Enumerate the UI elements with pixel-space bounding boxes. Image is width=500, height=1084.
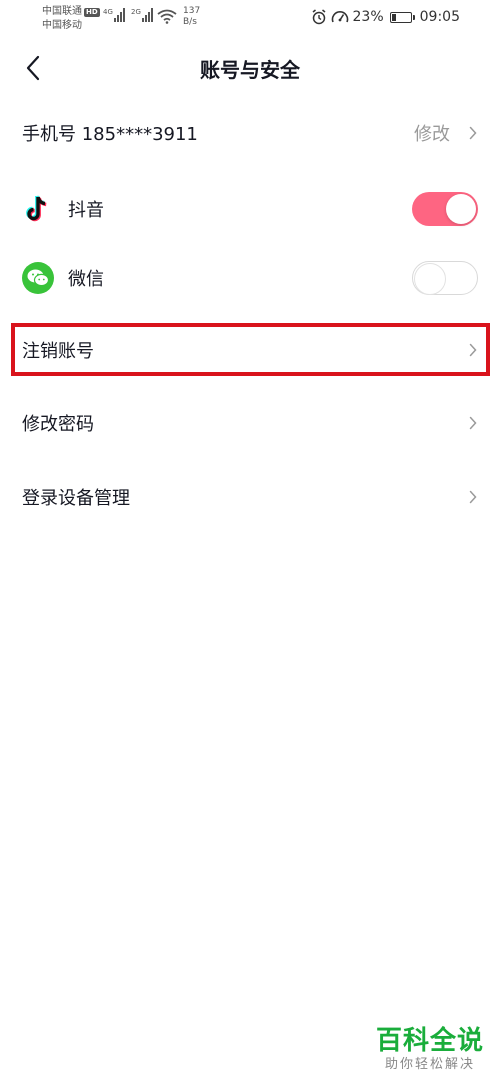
watermark-subtitle: 助你轻松解决 (384, 1057, 475, 1072)
hd-badge: HD (84, 7, 100, 17)
battery-icon (389, 11, 415, 23)
battery-fill (391, 13, 396, 21)
change-password-label: 修改密码 (22, 414, 94, 435)
modify-phone-link[interactable]: 修改 (414, 120, 450, 146)
douyin-bind-toggle[interactable] (412, 192, 478, 226)
speed-value: 137 (183, 6, 201, 16)
wifi-icon (157, 9, 177, 28)
network-type-2: 2G (131, 8, 141, 16)
device-management-label: 登录设备管理 (22, 488, 130, 509)
signal-2-icon: 2G (131, 8, 153, 22)
status-time: 09:05 (419, 9, 460, 25)
account-security-screen: 中国联通 HD 中国移动 4G 2G 137 B/s 23% 09:05 账号与… (0, 0, 500, 1084)
carrier-2-label: 中国移动 (42, 20, 82, 31)
status-bar: 中国联通 HD 中国移动 4G 2G 137 B/s 23% 09:05 (0, 0, 500, 40)
douyin-label: 抖音 (68, 200, 104, 221)
speed-unit: B/s (183, 17, 197, 27)
status-right: 23% 09:05 (311, 9, 460, 25)
network-type-1: 4G (103, 8, 113, 16)
watermark-title: 百科全说 (375, 1026, 484, 1056)
binding-row-wechat: 微信 (0, 253, 500, 303)
network-speed: 137 B/s (183, 6, 200, 28)
wechat-label: 微信 (68, 269, 104, 290)
phone-number-label: 手机号 185****3911 (22, 124, 198, 145)
phone-number-row[interactable]: 手机号 185****3911 修改 (0, 108, 500, 158)
carrier-1-label: 中国联通 (42, 6, 82, 17)
carrier-info: 中国联通 HD 中国移动 (42, 5, 100, 33)
chevron-right-icon (468, 126, 478, 140)
wechat-icon (22, 262, 54, 294)
toggle-knob (414, 262, 446, 295)
watermark-logo: 百科全说 助你轻松解决 (374, 1026, 486, 1074)
chevron-right-icon (468, 490, 478, 504)
alarm-icon (311, 9, 327, 25)
highlight-annotation-box (11, 323, 490, 376)
nav-bar: 账号与安全 (0, 40, 500, 96)
douyin-icon (22, 193, 54, 225)
page-title: 账号与安全 (200, 58, 300, 82)
binding-row-douyin: 抖音 (0, 184, 500, 234)
battery-percent: 23% (352, 9, 384, 25)
signal-1-icon: 4G (103, 8, 125, 22)
wechat-bind-toggle[interactable] (412, 261, 478, 295)
chevron-right-icon (468, 416, 478, 430)
device-management-row[interactable]: 登录设备管理 (0, 474, 500, 520)
speedometer-icon (331, 9, 349, 25)
toggle-knob (446, 194, 476, 224)
change-password-row[interactable]: 修改密码 (0, 400, 500, 446)
